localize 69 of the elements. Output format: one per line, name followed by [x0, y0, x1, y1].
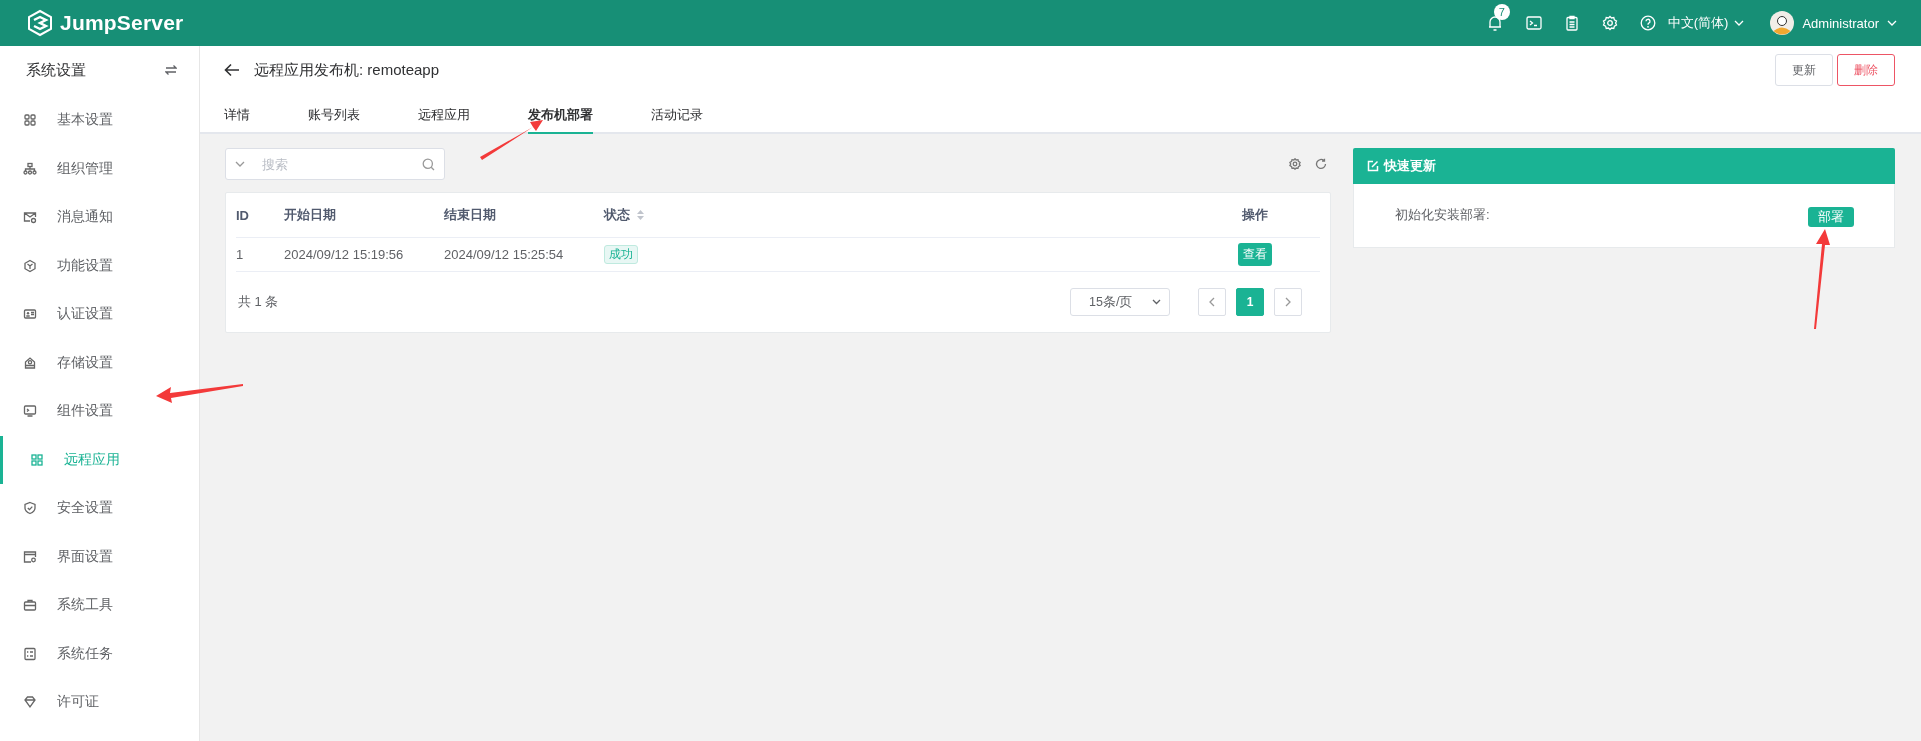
back-arrow-icon[interactable]: [224, 63, 240, 77]
table-cell: 2024/09/12 15:25:54: [444, 247, 564, 262]
setting-label: 初始化安装部署:: [1395, 205, 1490, 224]
terminal-icon[interactable]: [1525, 15, 1542, 31]
column-header: 开始日期: [284, 206, 336, 224]
sidebar-item[interactable]: 消息通知: [0, 193, 199, 242]
menu-icon: [23, 355, 37, 370]
menu-icon: [23, 695, 37, 710]
column-header: 操作: [1242, 206, 1268, 224]
refresh-icon[interactable]: [1315, 158, 1327, 170]
chevron-right-icon: [1285, 297, 1291, 307]
sidebar-item[interactable]: 界面设置: [0, 532, 199, 581]
sidebar-item[interactable]: 组织管理: [0, 144, 199, 193]
menu-icon: [23, 501, 37, 516]
sidebar-title: 系统设置: [26, 60, 86, 80]
chevron-down-icon: [1152, 299, 1161, 305]
sidebar-item[interactable]: 功能设置: [0, 241, 199, 290]
settings-icon[interactable]: [1289, 158, 1301, 170]
sidebar-item[interactable]: 组件设置: [0, 387, 199, 436]
sidebar-item[interactable]: 许可证: [0, 678, 199, 727]
help-icon[interactable]: [1639, 15, 1656, 31]
menu-icon: [23, 307, 37, 322]
menu-icon: [23, 646, 37, 661]
column-header: 结束日期: [444, 206, 496, 224]
update-button[interactable]: 更新: [1775, 54, 1833, 86]
annotation-arrow: [480, 120, 543, 160]
menu-icon: [30, 452, 44, 467]
table-cell: 2024/09/12 15:19:56: [284, 247, 404, 262]
menu-icon: [23, 161, 37, 176]
notification-badge: 7: [1493, 4, 1510, 20]
swap-icon[interactable]: [165, 64, 177, 76]
edit-icon: [1367, 160, 1379, 172]
menu-icon: [23, 113, 37, 128]
chevron-left-icon: [1209, 297, 1215, 307]
app-logo-text: JumpServer: [60, 11, 184, 35]
card-title: 快速更新: [1384, 157, 1436, 175]
search-field[interactable]: 搜索: [225, 148, 445, 180]
chevron-down-icon: [1887, 20, 1897, 26]
search-icon[interactable]: [422, 158, 435, 171]
column-header: 状态: [604, 206, 630, 224]
total-count: 共 1 条: [238, 293, 279, 311]
menu-icon: [23, 549, 37, 564]
chevron-down-icon[interactable]: [235, 161, 245, 167]
sidebar-item[interactable]: 系统工具: [0, 581, 199, 630]
column-header: ID: [236, 207, 249, 223]
sidebar-item[interactable]: 基本设置: [0, 96, 199, 145]
status-tag: 成功: [604, 245, 638, 264]
delete-button[interactable]: 删除: [1837, 54, 1895, 86]
menu-icon: [23, 210, 37, 225]
page-title: 远程应用发布机: remoteapp: [254, 60, 440, 80]
menu-icon: [23, 404, 37, 419]
logo-icon: [26, 9, 54, 37]
menu-icon: [23, 258, 37, 273]
tab[interactable]: 活动记录: [651, 106, 703, 134]
language-selector[interactable]: 中文(简体): [1667, 14, 1729, 32]
tab[interactable]: 详情: [224, 106, 250, 134]
clipboard-icon[interactable]: [1563, 15, 1580, 31]
menu-icon: [23, 598, 37, 613]
tab[interactable]: 账号列表: [308, 106, 360, 134]
page-size-select[interactable]: 15条/页: [1070, 288, 1170, 316]
sidebar-item[interactable]: 认证设置: [0, 290, 199, 339]
sidebar-item[interactable]: 存储设置: [0, 338, 199, 387]
chevron-down-icon: [1734, 20, 1745, 26]
tab[interactable]: 远程应用: [418, 106, 470, 134]
table-cell: 1: [236, 247, 244, 262]
sidebar-item[interactable]: 安全设置: [0, 484, 199, 533]
sidebar-item[interactable]: 系统任务: [0, 629, 199, 678]
user-menu[interactable]: Administrator: [1802, 15, 1879, 31]
avatar-icon: [1770, 11, 1795, 35]
